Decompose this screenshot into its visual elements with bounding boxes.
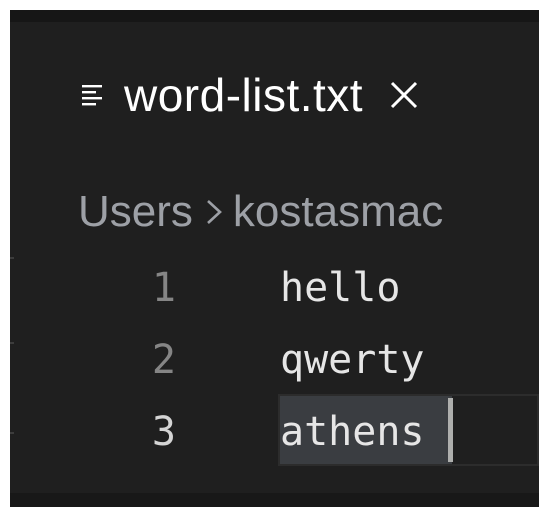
line-text[interactable]: athens <box>280 402 425 462</box>
breadcrumb-item-users[interactable]: Users <box>78 187 193 237</box>
breadcrumb-item-folder[interactable]: kostasmac <box>233 187 443 237</box>
line-number: 1 <box>151 265 176 311</box>
breadcrumb: Users kostasmac <box>78 182 443 242</box>
line-text[interactable]: hello <box>280 258 400 318</box>
close-icon[interactable] <box>389 80 419 110</box>
line-text[interactable]: qwerty <box>280 330 425 390</box>
title-bar <box>10 10 539 22</box>
line-number: 2 <box>151 337 176 383</box>
chevron-right-icon <box>203 197 225 227</box>
editor-window: word-list.txt Users kostasmac 1 hello 2 … <box>10 10 539 507</box>
line-number: 3 <box>151 409 176 455</box>
lines-file-icon <box>80 82 106 108</box>
bottom-bar <box>10 493 539 507</box>
editor-line[interactable]: 3 athens <box>10 402 539 462</box>
editor-tab[interactable]: word-list.txt <box>80 60 419 130</box>
editor-line[interactable]: 2 qwerty <box>10 330 539 390</box>
editor-line[interactable]: 1 hello <box>10 258 539 318</box>
text-cursor <box>448 398 453 462</box>
tab-title: word-list.txt <box>124 69 364 121</box>
